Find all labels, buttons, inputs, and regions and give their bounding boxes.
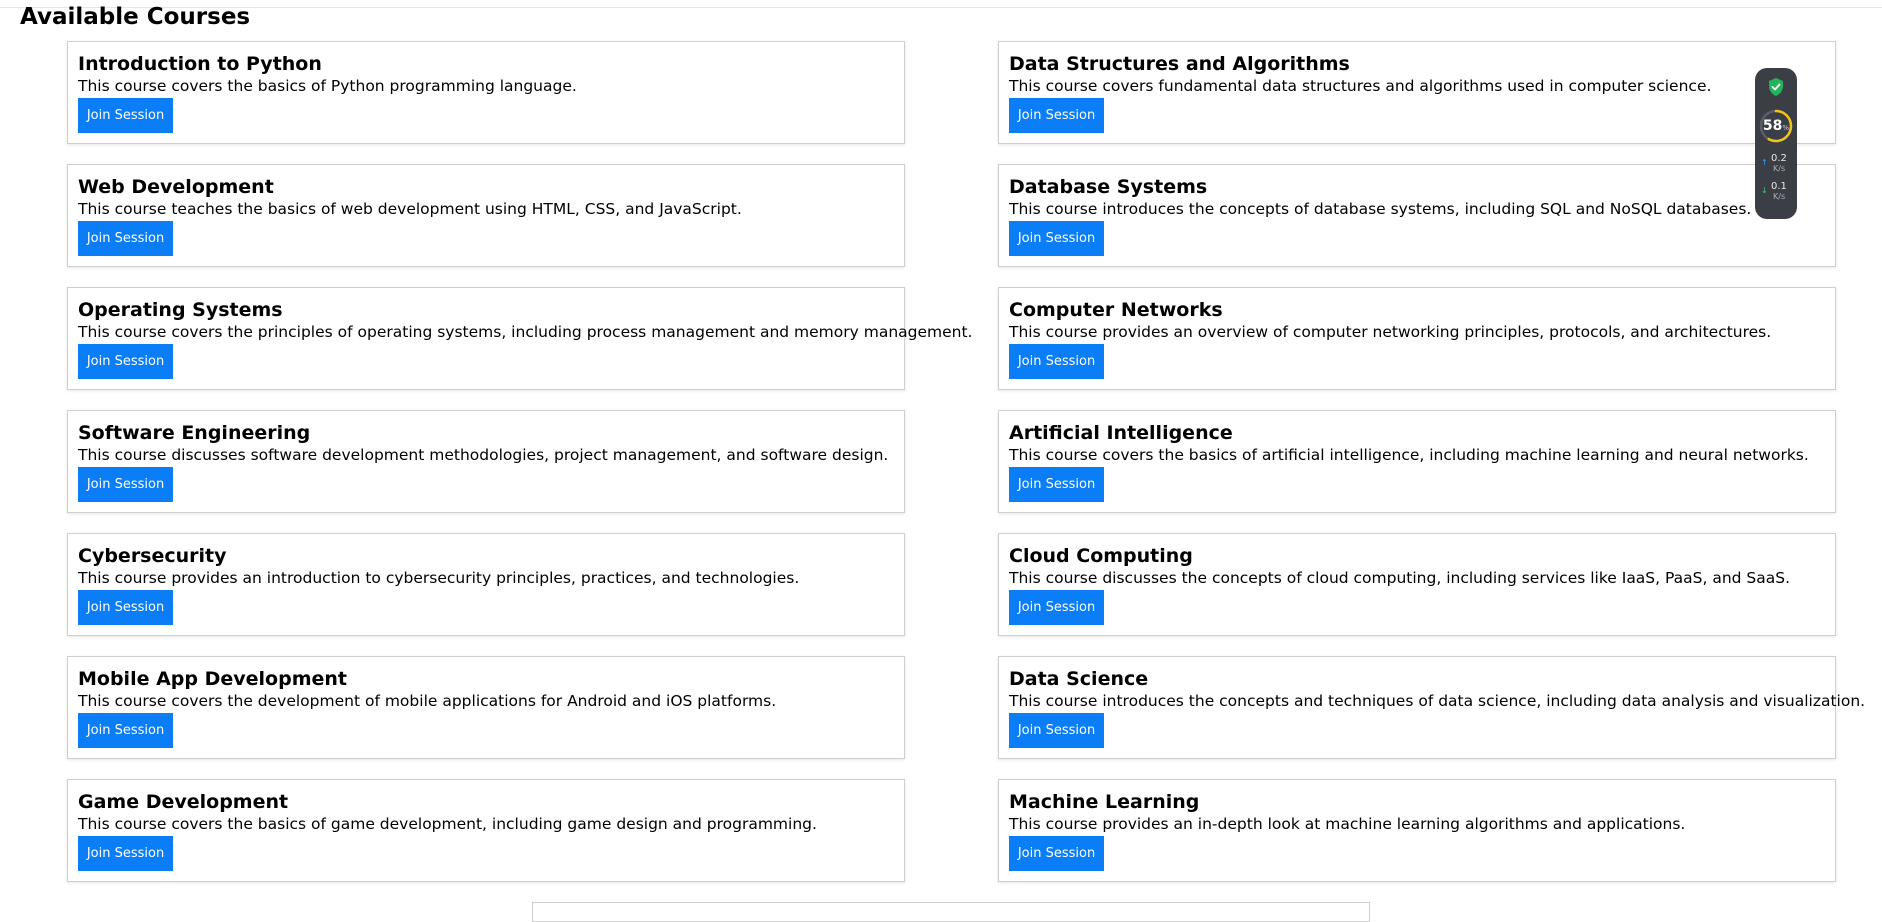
usage-value: 58 — [1762, 118, 1783, 134]
course-card: Software Engineering This course discusse… — [67, 410, 905, 513]
course-title: Computer Networks — [1009, 299, 1223, 321]
course-card: Game Development This course covers the b… — [67, 779, 905, 882]
course-title: Data Science — [1009, 668, 1149, 690]
course-description: This course covers the principles of ope… — [78, 323, 973, 341]
course-grid: Introduction to Python This course covers… — [67, 41, 1866, 882]
course-title: Software Engineering — [78, 422, 311, 444]
download-arrow-icon: ↓ — [1761, 186, 1768, 195]
download-value: 0.1 — [1771, 181, 1787, 192]
join-session-button[interactable]: Join Session — [78, 836, 173, 871]
course-card: Computer Networks This course provides an… — [998, 287, 1836, 390]
course-description: This course teaches the basics of web de… — [78, 200, 742, 218]
join-session-button[interactable]: Join Session — [78, 590, 173, 625]
course-card: Machine Learning This course provides an … — [998, 779, 1836, 882]
join-session-button[interactable]: Join Session — [1009, 344, 1104, 379]
course-title: Cybersecurity — [78, 545, 227, 567]
course-card: Mobile App Development This course covers… — [67, 656, 905, 759]
course-description: This course discusses the concepts of cl… — [1009, 569, 1791, 587]
upload-value: 0.2 — [1771, 153, 1787, 164]
course-description: This course provides an introduction to … — [78, 569, 800, 587]
course-title: Game Development — [78, 791, 289, 813]
course-card: Cybersecurity This course provides an int… — [67, 533, 905, 636]
join-session-button[interactable]: Join Session — [1009, 590, 1104, 625]
join-session-button[interactable]: Join Session — [78, 344, 173, 379]
course-title: Cloud Computing — [1009, 545, 1193, 567]
course-description: This course provides an in-depth look at… — [1009, 815, 1686, 833]
course-card: Web Development This course teaches the b… — [67, 164, 905, 267]
join-session-button[interactable]: Join Session — [78, 467, 173, 502]
course-card: Data Science This course introduces the c… — [998, 656, 1866, 759]
course-title: Machine Learning — [1009, 791, 1200, 813]
system-monitor-widget[interactable]: 58% ↑ 0.2 K/s ↓ 0.1 K/s — [1755, 68, 1797, 219]
course-card: Cloud Computing This course discusses the… — [998, 533, 1836, 636]
course-description: This course covers fundamental data stru… — [1009, 77, 1712, 95]
join-session-button[interactable]: Join Session — [1009, 713, 1104, 748]
course-description: This course covers the basics of Python … — [78, 77, 577, 95]
join-session-button[interactable]: Join Session — [78, 713, 173, 748]
course-description: This course provides an overview of comp… — [1009, 323, 1772, 341]
course-card: Operating Systems This course covers the … — [67, 287, 973, 390]
course-title: Data Structures and Algorithms — [1009, 53, 1350, 75]
course-title: Artificial Intelligence — [1009, 422, 1233, 444]
join-session-button[interactable]: Join Session — [1009, 467, 1104, 502]
course-description: This course introduces the concepts and … — [1009, 692, 1866, 710]
join-session-button[interactable]: Join Session — [1009, 221, 1104, 256]
download-unit: K/s — [1773, 192, 1786, 201]
course-title: Web Development — [78, 176, 274, 198]
join-session-button[interactable]: Join Session — [1009, 98, 1104, 133]
join-session-button[interactable]: Join Session — [78, 98, 173, 133]
usage-readout: 58% — [1755, 118, 1797, 136]
page-title: Available Courses — [20, 4, 251, 30]
top-divider — [0, 7, 1882, 8]
course-description: This course discusses software developme… — [78, 446, 889, 464]
course-title: Mobile App Development — [78, 668, 347, 690]
course-description: This course covers the basics of artific… — [1009, 446, 1809, 464]
upload-unit: K/s — [1773, 164, 1786, 173]
course-description: This course covers the basics of game de… — [78, 815, 817, 833]
course-title: Introduction to Python — [78, 53, 322, 75]
course-card: Data Structures and Algorithms This cours… — [998, 41, 1836, 144]
next-section-card — [532, 902, 1370, 922]
shield-check-icon — [1769, 78, 1783, 96]
course-card: Database Systems This course introduces t… — [998, 164, 1836, 267]
course-card: Artificial Intelligence This course cover… — [998, 410, 1836, 513]
course-description: This course covers the development of mo… — [78, 692, 777, 710]
join-session-button[interactable]: Join Session — [78, 221, 173, 256]
course-title: Database Systems — [1009, 176, 1208, 198]
course-description: This course introduces the concepts of d… — [1009, 200, 1752, 218]
usage-unit: % — [1782, 124, 1790, 132]
upload-arrow-icon: ↑ — [1761, 158, 1768, 167]
course-title: Operating Systems — [78, 299, 283, 321]
course-card: Introduction to Python This course covers… — [67, 41, 905, 144]
join-session-button[interactable]: Join Session — [1009, 836, 1104, 871]
